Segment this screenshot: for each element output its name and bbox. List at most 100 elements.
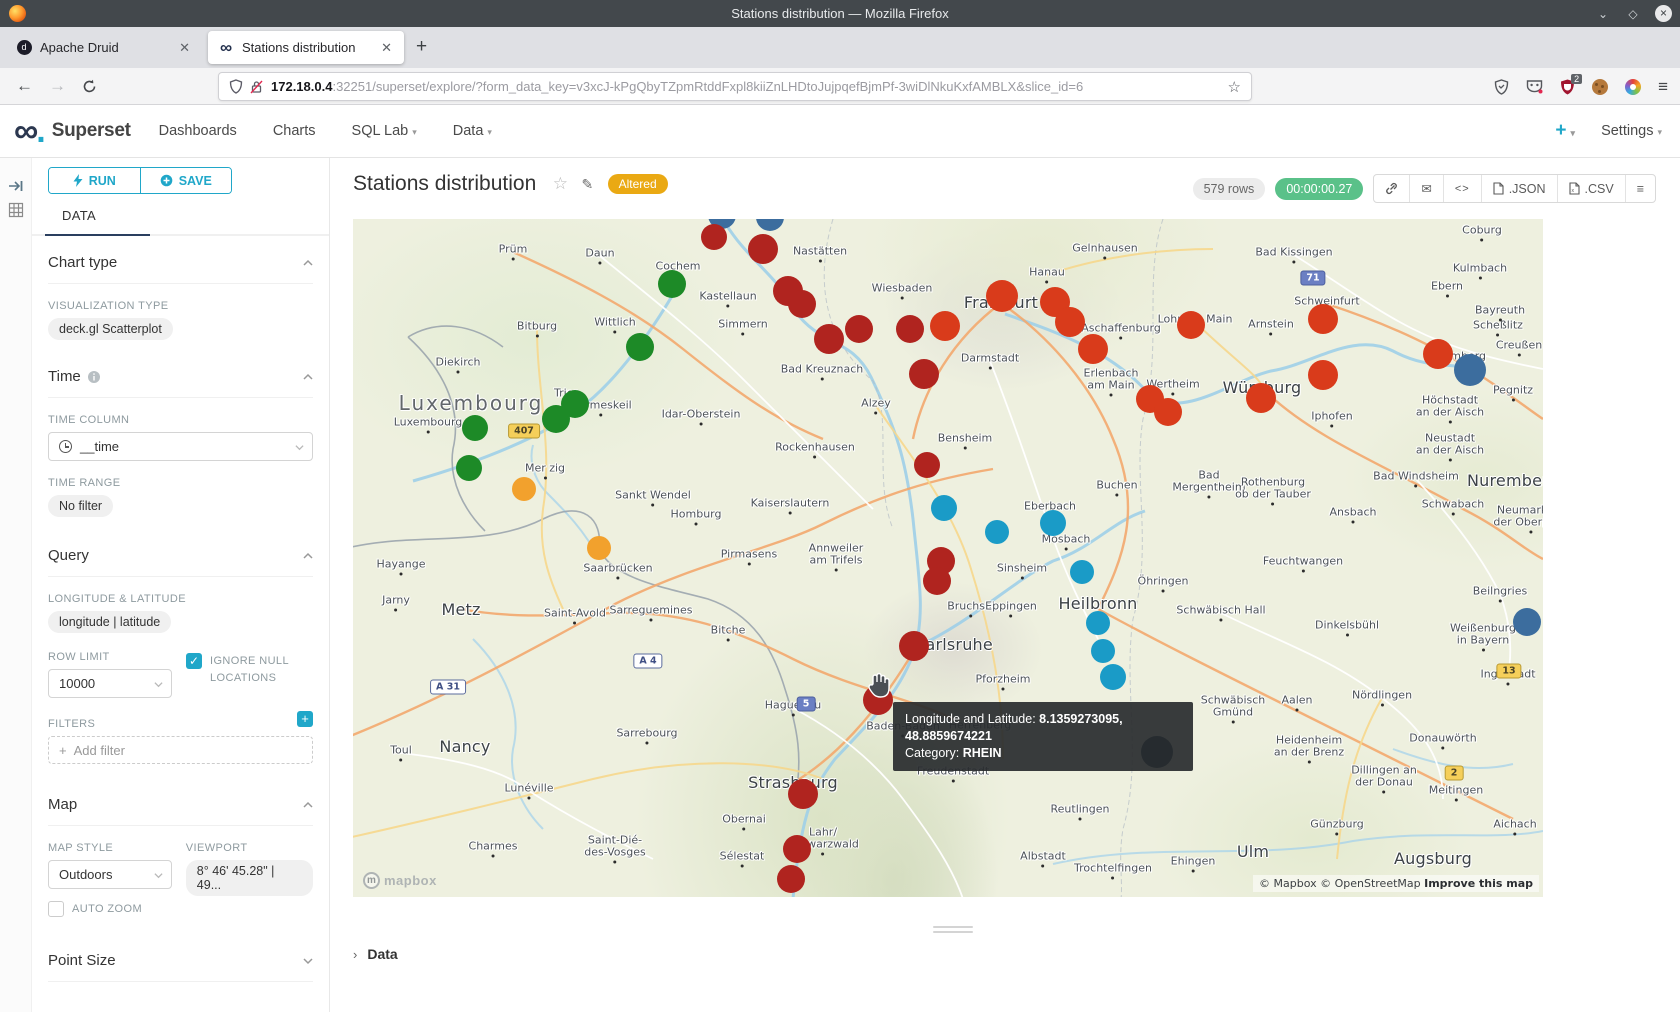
superset-logo[interactable]: ∞. Superset	[14, 116, 131, 146]
collapse-panel-icon[interactable]	[8, 178, 24, 194]
tab-stations-distribution[interactable]: ∞ Stations distribution ✕	[208, 31, 404, 64]
favorite-star-icon[interactable]: ☆	[553, 174, 568, 193]
nav-item-data[interactable]: Data▾	[453, 123, 492, 139]
scatter-point-green[interactable]	[456, 455, 482, 481]
edit-properties-icon[interactable]: ✎	[581, 176, 593, 192]
scatter-point-orange[interactable]	[512, 477, 536, 501]
export-csv-button[interactable]: x .CSV	[1558, 175, 1626, 202]
embed-code-button[interactable]: <>	[1444, 175, 1482, 202]
back-icon[interactable]: ←	[16, 76, 33, 96]
scatter-point-darkred[interactable]	[899, 631, 929, 661]
scatter-point-cyan[interactable]	[985, 520, 1009, 544]
nav-item-sql-lab[interactable]: SQL Lab▾	[352, 123, 417, 139]
browser-menu-icon[interactable]: ≡	[1658, 77, 1668, 97]
mapbox-logo[interactable]: mmapbox	[363, 872, 437, 889]
scatter-point-darkred[interactable]	[783, 835, 811, 863]
window-close-icon[interactable]: ×	[1655, 5, 1672, 22]
scatter-point-darkred[interactable]	[748, 234, 778, 264]
scatter-point-cyan[interactable]	[931, 495, 957, 521]
forward-icon[interactable]: →	[49, 76, 66, 96]
attribution-text[interactable]: © Mapbox © OpenStreetMap	[1259, 877, 1421, 890]
time-range-value[interactable]: No filter	[48, 495, 113, 517]
dataset-grid-icon[interactable]	[8, 202, 24, 218]
add-filter-input[interactable]: + Add filter	[48, 736, 313, 764]
deckgl-scatterplot-map[interactable]: PrümDaunCochemKastellaunSimmernBitburgWi…	[353, 219, 1543, 897]
scatter-point-darkred[interactable]	[788, 779, 818, 809]
add-filter-plus-button[interactable]: +	[297, 711, 313, 727]
scatter-point-darkred[interactable]	[896, 315, 924, 343]
new-tab-button[interactable]: +	[416, 36, 427, 58]
scatter-point-darkred[interactable]	[777, 865, 805, 893]
scatter-point-green[interactable]	[542, 405, 570, 433]
auto-zoom-checkbox[interactable]	[48, 901, 64, 917]
scatter-point-red[interactable]	[1055, 307, 1085, 337]
scatter-point-red[interactable]	[1423, 339, 1453, 369]
nav-item-dashboards[interactable]: Dashboards	[159, 123, 237, 139]
email-button[interactable]: ✉	[1410, 175, 1443, 202]
window-maximize-icon[interactable]: ◇	[1625, 7, 1641, 21]
scatter-point-darkred[interactable]	[845, 315, 873, 343]
copy-link-button[interactable]	[1374, 175, 1410, 202]
scatter-point-red[interactable]	[1246, 383, 1276, 413]
map-style-select[interactable]: Outdoors	[48, 860, 172, 889]
viz-type-value[interactable]: deck.gl Scatterplot	[48, 318, 173, 340]
row-limit-select[interactable]: 10000	[48, 669, 172, 698]
time-column-select[interactable]: __time	[48, 432, 313, 461]
scatter-point-red[interactable]	[1078, 334, 1108, 364]
save-button[interactable]: SAVE	[140, 168, 232, 193]
scatter-point-red[interactable]	[1308, 304, 1338, 334]
scatter-point-cyan[interactable]	[1100, 664, 1126, 690]
viewport-value[interactable]: 8° 46' 45.28" | 49...	[186, 860, 313, 896]
scatter-point-darkred[interactable]	[923, 567, 951, 595]
data-panel-expander[interactable]: › Data	[353, 946, 398, 962]
scatter-point-cyan[interactable]	[1070, 560, 1094, 584]
tab-apache-druid[interactable]: d Apache Druid ✕	[6, 31, 202, 64]
pinwheel-extension-icon[interactable]	[1625, 79, 1641, 95]
section-point-size[interactable]: Point Size	[48, 934, 313, 982]
scatter-point-orange[interactable]	[587, 536, 611, 560]
scatter-point-cyan[interactable]	[1086, 611, 1110, 635]
scatter-point-green[interactable]	[658, 270, 686, 298]
improve-map-link[interactable]: Improve this map	[1424, 877, 1533, 890]
scatter-point-green[interactable]	[626, 333, 654, 361]
section-map[interactable]: Map	[48, 778, 313, 826]
section-time[interactable]: Time	[48, 350, 313, 398]
section-chart-type[interactable]: Chart type	[48, 236, 313, 284]
scatter-point-red[interactable]	[1308, 360, 1338, 390]
tab-close-icon[interactable]: ✕	[379, 40, 394, 56]
tab-data[interactable]: DATA	[62, 208, 96, 223]
scatter-point-red[interactable]	[1154, 398, 1182, 426]
url-bar[interactable]: 172.18.0.4:32251/superset/explore/?form_…	[218, 72, 1252, 101]
tab-close-icon[interactable]: ✕	[177, 40, 192, 56]
export-json-button[interactable]: .JSON	[1482, 175, 1558, 202]
scatter-point-darkred[interactable]	[914, 452, 940, 478]
insecure-lock-icon[interactable]	[250, 80, 263, 94]
mask-extension-icon[interactable]	[1526, 79, 1543, 94]
resize-drag-handle[interactable]	[933, 923, 973, 936]
nav-item-charts[interactable]: Charts	[273, 123, 316, 139]
scatter-point-red[interactable]	[986, 280, 1018, 312]
scatter-point-cyan[interactable]	[1040, 510, 1066, 536]
pocket-extension-icon[interactable]	[1494, 79, 1509, 95]
lonlat-value[interactable]: longitude | latitude	[48, 611, 171, 633]
cookie-extension-icon[interactable]	[1592, 79, 1608, 95]
scatter-point-steel[interactable]	[1513, 608, 1541, 636]
reload-icon[interactable]	[82, 79, 97, 94]
chart-menu-button[interactable]: ≡	[1626, 175, 1655, 202]
settings-menu[interactable]: Settings▾	[1601, 123, 1662, 139]
bookmark-star-icon[interactable]: ☆	[1228, 78, 1241, 96]
scatter-point-steel[interactable]	[1454, 354, 1486, 386]
section-query[interactable]: Query	[48, 529, 313, 577]
add-new-button[interactable]: +▾	[1555, 120, 1575, 142]
run-button[interactable]: RUN	[49, 168, 140, 193]
scatter-point-darkred[interactable]	[788, 290, 816, 318]
scatter-point-cyan[interactable]	[1091, 639, 1115, 663]
shield-permissions-icon[interactable]	[229, 79, 243, 94]
scatter-point-darkred[interactable]	[814, 324, 844, 354]
scatter-point-red[interactable]	[930, 311, 960, 341]
ublock-extension-icon[interactable]: 2	[1560, 79, 1575, 95]
window-minimize-icon[interactable]: ⌄	[1595, 7, 1611, 21]
scatter-point-darkred[interactable]	[701, 224, 727, 250]
scatter-point-red[interactable]	[1177, 311, 1205, 339]
scatter-point-green[interactable]	[462, 415, 488, 441]
